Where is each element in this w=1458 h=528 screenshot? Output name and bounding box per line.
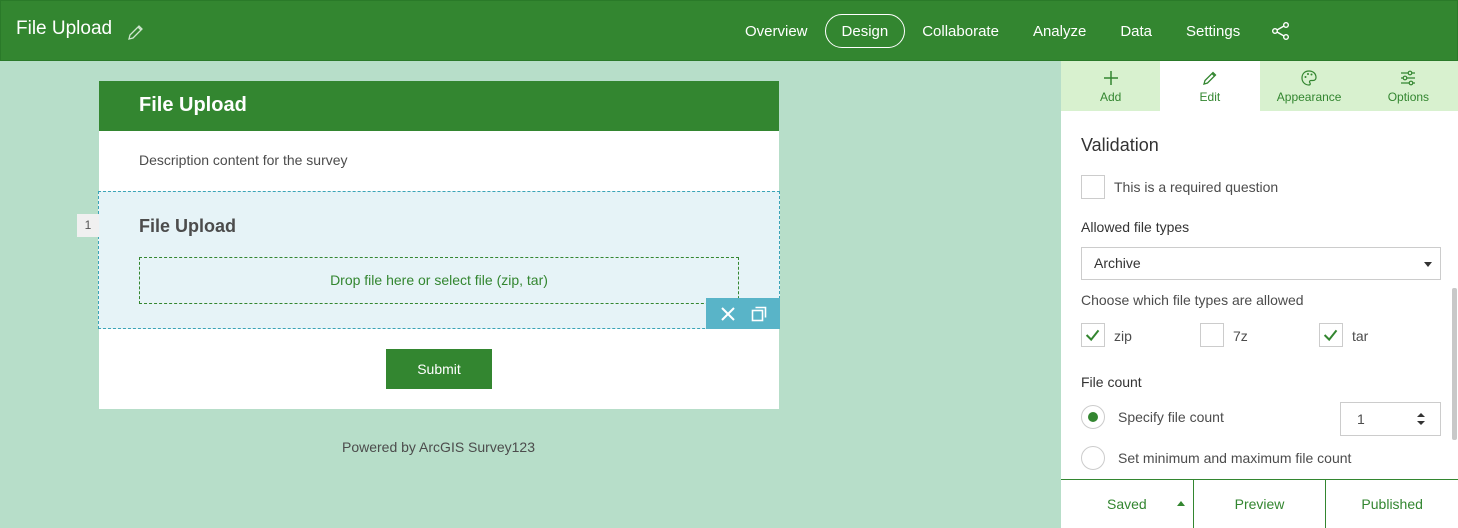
main-nav: Overview Design Collaborate Analyze Data…	[728, 14, 1291, 48]
nav-collaborate[interactable]: Collaborate	[905, 14, 1016, 48]
validation-title: Validation	[1081, 135, 1159, 155]
question-toolbar	[706, 298, 780, 329]
check-icon	[1085, 329, 1100, 342]
nav-overview[interactable]: Overview	[728, 14, 825, 48]
file-type-select-value: Archive	[1094, 255, 1141, 271]
required-checkbox[interactable]	[1081, 175, 1105, 199]
nav-design[interactable]: Design	[824, 14, 906, 48]
check-icon	[1323, 329, 1338, 342]
sliders-icon	[1401, 70, 1416, 85]
tab-add-label: Add	[1099, 89, 1122, 104]
properties-panel: Add Edit Appearance Options Validation T…	[1061, 61, 1458, 528]
panel-scrollbar[interactable]	[1452, 288, 1457, 440]
pencil-icon[interactable]	[126, 22, 146, 42]
panel-footer: Saved Preview Published	[1061, 479, 1458, 528]
question-number: 1	[77, 214, 99, 237]
specify-count-label: Specify file count	[1118, 409, 1224, 425]
chevron-up-icon[interactable]	[1176, 501, 1185, 506]
tab-edit-label: Edit	[1199, 89, 1221, 104]
pencil-icon	[1202, 71, 1217, 85]
tab-appearance-label: Appearance	[1276, 89, 1342, 104]
tar-label: tar	[1352, 328, 1369, 344]
nav-analyze[interactable]: Analyze	[1016, 14, 1103, 48]
zip-checkbox[interactable]	[1081, 323, 1105, 347]
published-button[interactable]: Published	[1326, 480, 1458, 528]
min-max-label: Set minimum and maximum file count	[1118, 450, 1352, 466]
nav-settings[interactable]: Settings	[1169, 14, 1257, 48]
zip-label: zip	[1114, 328, 1132, 344]
nav-data[interactable]: Data	[1103, 14, 1169, 48]
file-count-value: 1	[1357, 411, 1365, 427]
plus-icon	[1103, 70, 1118, 85]
chevron-down-icon	[1424, 262, 1432, 267]
duplicate-icon[interactable]	[750, 305, 768, 323]
question-file-upload[interactable]: 1 File Upload Drop file here or select f…	[77, 191, 780, 329]
survey-title: File Upload	[16, 18, 113, 39]
form-description[interactable]: Description content for the survey	[139, 152, 348, 168]
panel-body: Validation This is a required question A…	[1061, 111, 1458, 478]
file-count-label: File count	[1081, 374, 1142, 390]
spinner-icon[interactable]	[1416, 412, 1426, 426]
required-label: This is a required question	[1114, 179, 1279, 195]
share-icon[interactable]	[1271, 21, 1291, 41]
question-title: File Upload	[139, 216, 237, 236]
7z-checkbox[interactable]	[1200, 323, 1224, 347]
palette-icon	[1301, 69, 1317, 86]
submit-button[interactable]: Submit	[386, 349, 492, 389]
choose-types-label: Choose which file types are allowed	[1081, 292, 1304, 308]
7z-label: 7z	[1233, 328, 1248, 344]
preview-button[interactable]: Preview	[1194, 480, 1327, 528]
survey-form: File Upload Description content for the …	[77, 81, 780, 409]
delete-icon[interactable]	[719, 305, 737, 323]
tab-edit[interactable]: Edit	[1160, 61, 1260, 111]
tab-appearance[interactable]: Appearance	[1260, 61, 1359, 111]
saved-label: Saved	[1106, 496, 1147, 512]
file-dropzone[interactable]: Drop file here or select file (zip, tar)	[139, 257, 739, 304]
allowed-types-label: Allowed file types	[1081, 219, 1190, 235]
tab-options[interactable]: Options	[1359, 61, 1458, 111]
tab-options-label: Options	[1387, 89, 1430, 104]
saved-button[interactable]: Saved	[1061, 480, 1194, 528]
file-type-select[interactable]: Archive	[1081, 247, 1441, 280]
tab-add[interactable]: Add	[1061, 61, 1160, 111]
specify-count-radio[interactable]	[1081, 405, 1105, 429]
file-count-input[interactable]: 1	[1340, 402, 1441, 436]
panel-tabs: Add Edit Appearance Options	[1061, 61, 1458, 111]
top-bar: File Upload Overview Design Collaborate …	[0, 0, 1458, 61]
form-header: File Upload	[99, 81, 779, 131]
min-max-radio[interactable]	[1081, 446, 1105, 470]
tar-checkbox[interactable]	[1319, 323, 1343, 347]
powered-by: Powered by ArcGIS Survey123	[342, 439, 535, 455]
